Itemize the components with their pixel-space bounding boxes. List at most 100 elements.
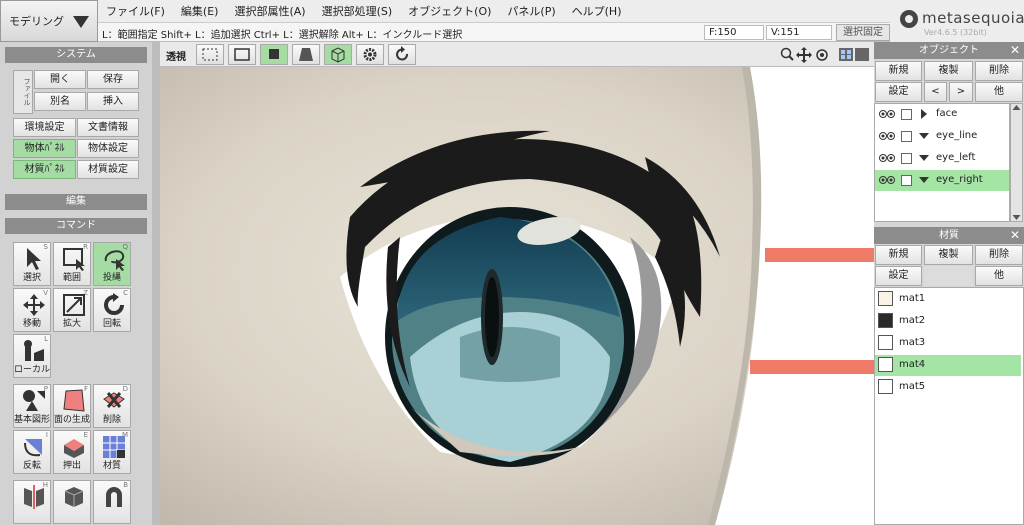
env-setting-button[interactable]: 環境設定 — [13, 118, 76, 137]
object-panel-toggle[interactable]: 物体ﾊﾟﾈﾙ — [13, 139, 76, 158]
layout-switch-icon[interactable] — [838, 47, 870, 62]
tool-flip[interactable]: I 反転 — [13, 430, 51, 474]
select-lock-button[interactable]: 選択固定 — [836, 24, 890, 41]
expanded-triangle-icon[interactable] — [919, 133, 929, 139]
menu-file[interactable]: ファイル(F) — [98, 3, 173, 19]
material-setting-button[interactable]: 材質設定 — [77, 160, 139, 179]
lock-checkbox[interactable] — [901, 175, 912, 186]
cursor-arrow-icon — [27, 248, 41, 270]
menu-panel[interactable]: パネル(P) — [499, 3, 563, 19]
view-cube-button[interactable] — [324, 44, 352, 65]
object-delete-button[interactable]: 削除 — [975, 61, 1023, 81]
mode-selector[interactable]: モデリング — [0, 0, 98, 42]
tool-material[interactable]: M 材質 — [93, 430, 131, 474]
view-hidden-button[interactable] — [292, 44, 320, 65]
view-face-button[interactable] — [260, 44, 288, 65]
move-arrows-icon — [23, 294, 45, 316]
scroll-arrows-icon — [1012, 105, 1021, 220]
app-logo: metasequoia4 Ver4.6.5 (32bit) — [890, 0, 1024, 42]
tool-magnet[interactable]: B — [93, 480, 131, 524]
left-panel-scrollbar[interactable] — [152, 42, 160, 525]
3d-viewport[interactable] — [160, 67, 874, 525]
insert-button[interactable]: 挿入 — [87, 92, 139, 111]
close-icon[interactable]: ✕ — [1010, 227, 1020, 244]
object-row-eye-line[interactable]: eye_line — [875, 126, 1009, 147]
material-grid-icon — [103, 436, 125, 458]
tool-lasso[interactable]: Q 投縄 — [93, 242, 131, 286]
lock-checkbox[interactable] — [901, 131, 912, 142]
tool-label: 移動 — [22, 319, 41, 329]
menu-object[interactable]: オブジェクト(O) — [400, 3, 499, 19]
range-select-icon — [63, 248, 85, 271]
tool-knife[interactable]: H — [13, 480, 51, 524]
material-name: mat3 — [899, 337, 926, 348]
expanded-triangle-icon[interactable] — [919, 155, 929, 161]
tool-local[interactable]: L ローカル — [13, 334, 51, 378]
view-vertex-button[interactable] — [196, 44, 224, 65]
material-new-button[interactable]: 新規 — [875, 245, 922, 265]
close-icon[interactable]: ✕ — [1010, 42, 1020, 59]
collapsed-triangle-icon[interactable] — [921, 109, 927, 119]
object-other-button[interactable]: 他 — [975, 82, 1023, 102]
object-row-eye-right[interactable]: eye_right — [875, 170, 1009, 191]
face-count: F:150 — [704, 25, 764, 40]
edit-panel-title[interactable]: 編集 — [5, 194, 147, 210]
perspective-label[interactable]: 透視 — [166, 48, 186, 63]
material-name: mat2 — [899, 315, 926, 326]
expanded-triangle-icon[interactable] — [919, 177, 929, 183]
tool-rotate[interactable]: C 回転 — [93, 288, 131, 332]
tool-label: 基本図形 — [14, 415, 51, 425]
object-name: face — [936, 108, 958, 119]
menu-edit[interactable]: 編集(E) — [173, 3, 227, 19]
object-list-scrollbar[interactable] — [1010, 103, 1023, 222]
material-panel-toggle[interactable]: 材質ﾊﾟﾈﾙ — [13, 160, 76, 179]
material-row[interactable]: mat2 — [875, 311, 1021, 332]
zoom-pan-rotate-icon[interactable] — [780, 46, 832, 64]
view-settings-button[interactable] — [356, 44, 384, 65]
object-row-eye-left[interactable]: eye_left — [875, 148, 1009, 169]
save-as-button[interactable]: 別名 — [34, 92, 86, 111]
material-duplicate-button[interactable]: 複製 — [924, 245, 973, 265]
doc-info-button[interactable]: 文書情報 — [77, 118, 139, 137]
material-row[interactable]: mat1 — [875, 289, 1021, 310]
tool-range[interactable]: R 範囲 — [53, 242, 91, 286]
open-button[interactable]: 開く — [34, 70, 86, 89]
tool-box[interactable] — [53, 480, 91, 524]
save-button[interactable]: 保存 — [87, 70, 139, 89]
menu-selection-proc[interactable]: 選択部処理(S) — [314, 3, 401, 19]
tool-move[interactable]: V 移動 — [13, 288, 51, 332]
vertex-display-icon — [202, 48, 218, 61]
object-next-button[interactable]: > — [949, 82, 973, 102]
object-setting-button[interactable]: 設定 — [875, 82, 922, 102]
mode-label: モデリング — [9, 15, 64, 28]
tool-select[interactable]: S 選択 — [13, 242, 51, 286]
material-row[interactable]: mat4 — [875, 355, 1021, 376]
material-other-button[interactable]: 他 — [975, 266, 1023, 286]
object-row-face[interactable]: face — [875, 104, 1009, 125]
menu-help[interactable]: ヘルプ(H) — [564, 3, 630, 19]
menu-selection-attr[interactable]: 選択部属性(A) — [226, 3, 313, 19]
material-delete-button[interactable]: 削除 — [975, 245, 1023, 265]
visibility-eye-icon[interactable] — [879, 131, 895, 141]
lock-checkbox[interactable] — [901, 153, 912, 164]
tool-primitive[interactable]: P 基本図形 — [13, 384, 51, 428]
view-wire-button[interactable] — [228, 44, 256, 65]
menu-bar: ファイル(F) 編集(E) 選択部属性(A) 選択部処理(S) オブジェクト(O… — [98, 0, 890, 22]
visibility-eye-icon[interactable] — [879, 153, 895, 163]
material-row[interactable]: mat3 — [875, 333, 1021, 354]
tool-extrude[interactable]: E 押出 — [53, 430, 91, 474]
tool-delete[interactable]: D 削除 — [93, 384, 131, 428]
material-setting-button[interactable]: 設定 — [875, 266, 922, 286]
object-setting-button[interactable]: 物体設定 — [77, 139, 139, 158]
material-row[interactable]: mat5 — [875, 377, 1021, 398]
view-refresh-button[interactable] — [388, 44, 416, 65]
tool-face-gen[interactable]: F 面の生成 — [53, 384, 91, 428]
object-new-button[interactable]: 新規 — [875, 61, 922, 81]
lock-checkbox[interactable] — [901, 109, 912, 120]
object-prev-button[interactable]: < — [924, 82, 947, 102]
visibility-eye-icon[interactable] — [879, 109, 895, 119]
object-name: eye_right — [936, 174, 983, 185]
object-duplicate-button[interactable]: 複製 — [924, 61, 973, 81]
tool-scale[interactable]: Z 拡大 — [53, 288, 91, 332]
visibility-eye-icon[interactable] — [879, 175, 895, 185]
